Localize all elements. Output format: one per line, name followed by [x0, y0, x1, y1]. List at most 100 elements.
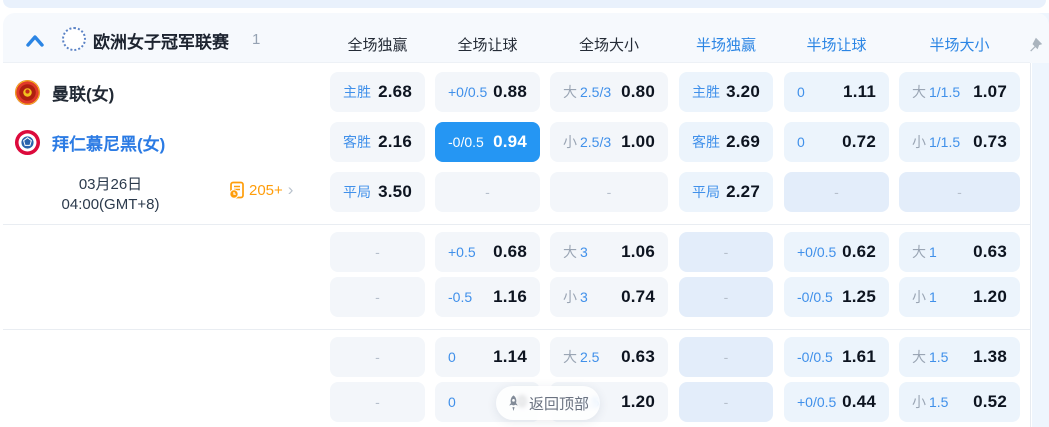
odds-value: 0.44 [842, 392, 876, 411]
odds-line-label: 小3 [563, 289, 588, 305]
more-markets-link[interactable]: 205+ › [228, 181, 293, 199]
odds-cell[interactable]: -0.5 1.16 [435, 277, 540, 317]
collapse-button[interactable] [24, 33, 46, 49]
odds-line-label: 小1 [912, 289, 937, 305]
odds-cell[interactable]: 小 1.5 0.52 [899, 382, 1020, 422]
odds-line-label: 大 2.5/3 [563, 84, 612, 100]
odds-line-label: +0/0.5 [797, 394, 837, 410]
odds-value: 1.38 [973, 347, 1007, 366]
odds-cell-empty: - [679, 337, 773, 377]
odds-value: 1.07 [973, 82, 1007, 101]
odds-line-label: +0/0.5 [448, 84, 488, 100]
odds-cell[interactable]: 0 0.72 [784, 122, 889, 162]
over-under-prefix: 小 [563, 134, 577, 150]
odds-cell[interactable]: 客胜 2.69 [679, 122, 773, 162]
odds-cell[interactable]: 小 1 1.20 [899, 277, 1020, 317]
odds-value: 1.11 [843, 82, 876, 101]
header-bottom-border [3, 62, 1030, 63]
odds-value: 0.94 [493, 132, 527, 151]
man-utd-crest-icon [14, 79, 41, 105]
odds-cell[interactable]: 平局 3.50 [330, 172, 425, 212]
odds-line-label: 大 2.5 [563, 349, 600, 365]
league-title: 欧洲女子冠军联赛 [93, 33, 229, 52]
over-under-prefix: 小 [563, 289, 577, 305]
odds-line-label: 主胜 [692, 84, 720, 100]
odds-cell[interactable]: -0/0.5 1.25 [784, 277, 889, 317]
odds-cell[interactable]: 大 3 1.06 [550, 232, 668, 272]
odds-cell-empty: - [550, 172, 668, 212]
odds-cell[interactable]: 小 1/1.5 0.73 [899, 122, 1020, 162]
column-header-full-handicap: 全场让球 [457, 37, 518, 54]
odds-cell[interactable]: 小 2.5/3 1.00 [550, 122, 668, 162]
odds-value: 1.61 [842, 347, 876, 366]
odds-line-label: 0 [448, 394, 456, 410]
kickoff-date: 03月26日 [78, 176, 143, 193]
odds-value: 0.52 [973, 392, 1007, 411]
odds-cell[interactable]: 平局 2.27 [679, 172, 773, 212]
back-to-top-label: 返回顶部 [529, 395, 590, 413]
column-header-half-win: 半场独赢 [695, 37, 756, 54]
odds-cell-empty: - [679, 232, 773, 272]
empty-odds-dash: - [957, 184, 962, 200]
odds-cell[interactable]: 大 2.5/3 0.80 [550, 72, 668, 112]
odds-line-label: +0/0.5 [797, 244, 837, 260]
odds-line-label: 客胜 [692, 134, 720, 150]
odds-cell[interactable]: 客胜 2.16 [330, 122, 425, 162]
odds-value: 2.16 [378, 132, 412, 151]
group-separator [3, 329, 1030, 330]
odds-line-label: 大3 [563, 244, 588, 260]
markets-count: 205+ [249, 181, 283, 199]
chevron-right-icon: › [287, 180, 294, 199]
right-column-divider [1030, 63, 1031, 427]
over-under-prefix: 小 [912, 289, 926, 305]
back-to-top-button[interactable]: 返回顶部 [496, 386, 600, 420]
away-team-row[interactable]: 拜仁慕尼黑(女) [14, 122, 319, 162]
league-match-count-badge: 1 [252, 31, 261, 48]
odds-cell[interactable]: 大 2.5 0.63 [550, 337, 668, 377]
odds-value: 0.72 [842, 132, 876, 151]
odds-line-label: -0.5 [448, 289, 473, 305]
odds-value: 1.20 [973, 287, 1007, 306]
odds-cell[interactable]: 主胜 2.68 [330, 72, 425, 112]
empty-odds-dash: - [375, 244, 380, 260]
odds-value: 0.63 [973, 242, 1007, 261]
odds-cell-empty: - [330, 337, 425, 377]
odds-line-label: +0.5 [448, 244, 476, 260]
home-team-row[interactable]: 曼联(女) [14, 72, 319, 112]
odds-value: 1.00 [621, 132, 655, 151]
bayern-crest-icon [14, 129, 41, 155]
odds-cell[interactable]: +0.5 0.68 [435, 232, 540, 272]
odds-cell[interactable]: 大 1/1.5 1.07 [899, 72, 1020, 112]
group-separator [3, 224, 1030, 225]
empty-odds-dash: - [723, 289, 729, 305]
odds-value: 2.27 [726, 182, 760, 201]
odds-cell[interactable]: 0 1.14 [435, 337, 540, 377]
odds-value: 0.88 [493, 82, 527, 101]
odds-cell[interactable]: 大 1.5 1.38 [899, 337, 1020, 377]
empty-odds-dash: - [375, 394, 380, 410]
previous-card-edge [3, 0, 1046, 8]
odds-cell[interactable]: 0 1.11 [784, 72, 889, 112]
odds-value: 1.14 [493, 347, 527, 366]
chevron-up-icon [26, 35, 44, 47]
empty-odds-dash: - [485, 184, 490, 200]
column-header-half-handicap: 半场让球 [806, 37, 867, 54]
odds-value: 0.68 [493, 242, 527, 261]
odds-line-label: 小 1.5 [912, 394, 949, 410]
odds-line-label: 平局 [692, 184, 720, 200]
odds-cell[interactable]: +0/0.5 0.88 [435, 72, 540, 112]
odds-cell[interactable]: -0/0.5 0.94 [435, 122, 540, 162]
odds-cell[interactable]: 主胜 3.20 [679, 72, 773, 112]
odds-cell[interactable]: 大 1 0.63 [899, 232, 1020, 272]
odds-cell[interactable]: +0/0.5 0.44 [784, 382, 889, 422]
empty-odds-dash: - [375, 289, 380, 305]
odds-cell[interactable]: -0/0.5 1.61 [784, 337, 889, 377]
pin-icon[interactable] [1026, 36, 1044, 54]
odds-cell[interactable]: 小 3 0.74 [550, 277, 668, 317]
empty-odds-dash: - [375, 349, 380, 365]
odds-cell[interactable]: +0/0.5 0.62 [784, 232, 889, 272]
over-under-prefix: 大 [563, 349, 577, 365]
rocket-icon [509, 394, 518, 411]
odds-line-label: 小 2.5/3 [563, 134, 612, 150]
league-logo-icon [62, 27, 86, 51]
